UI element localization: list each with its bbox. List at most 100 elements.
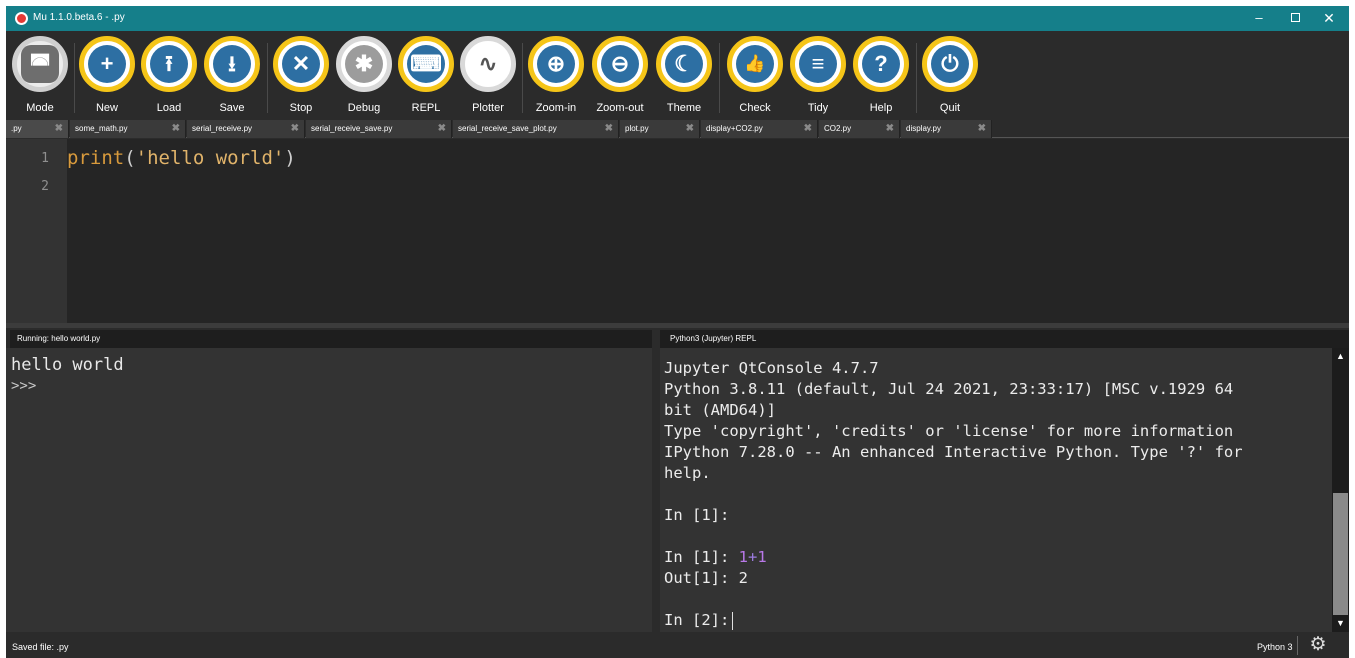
tab-label: CO2.py <box>824 124 852 133</box>
save-label: Save <box>219 102 245 114</box>
close-tab-icon[interactable]: ✖ <box>605 120 613 138</box>
repl-button[interactable]: ⌨ REPL <box>394 36 458 122</box>
load-label: Load <box>156 102 182 114</box>
minimize-button[interactable]: – <box>1242 8 1276 28</box>
maximize-icon <box>1290 13 1300 23</box>
new-label: New <box>95 102 118 114</box>
tab-plot[interactable]: plot.py ✖ <box>620 120 700 138</box>
code-paren: ( <box>124 147 136 169</box>
plus-icon: + <box>88 45 126 83</box>
tab-display[interactable]: display.py ✖ <box>901 120 992 138</box>
close-tab-icon[interactable]: ✖ <box>55 120 63 138</box>
repl-console[interactable]: Jupyter QtConsole 4.7.7 Python 3.8.11 (d… <box>660 348 1332 632</box>
mu-editor-window: Mu 1.1.0.beta.6 - .py – ✕ ◚ Mode + New ⭱… <box>6 6 1349 658</box>
gear-icon[interactable]: ⚙ <box>1308 635 1328 655</box>
tab-some-math[interactable]: some_math.py ✖ <box>70 120 186 138</box>
debug-button[interactable]: ✱ Debug <box>332 36 396 122</box>
output-pane-header: Running: hello world.py <box>10 330 652 348</box>
close-tab-icon[interactable]: ✖ <box>804 120 812 138</box>
title-bar: Mu 1.1.0.beta.6 - .py – ✕ <box>6 6 1349 31</box>
tidy-label: Tidy <box>807 102 829 114</box>
plotter-button[interactable]: ∿ Plotter <box>456 36 520 122</box>
help-label: Help <box>869 102 893 114</box>
code-line[interactable]: print('hello world') <box>67 147 296 169</box>
repl-banner-line: help. <box>664 464 711 482</box>
repl-input-prompt: In [2]: <box>664 611 730 629</box>
tab-py[interactable]: .py ✖ <box>6 120 69 138</box>
close-tab-icon[interactable]: ✖ <box>172 120 180 138</box>
stop-button[interactable]: ✕ Stop <box>269 36 333 122</box>
code-function-name: print <box>67 147 125 169</box>
maximize-button[interactable] <box>1278 8 1312 28</box>
toolbar-separator <box>522 43 523 113</box>
repl-pane-header: Python3 (Jupyter) REPL <box>660 330 1349 348</box>
download-icon: ⭳ <box>213 45 251 83</box>
repl-number: 1 <box>738 548 748 566</box>
status-bar: Saved file: .py Python 3 ⚙ <box>6 633 1349 658</box>
help-button[interactable]: ? Help <box>849 36 913 122</box>
tab-display-co2[interactable]: display+CO2.py ✖ <box>701 120 818 138</box>
repl-operator: + <box>748 548 758 566</box>
lines-icon: ≡ <box>799 45 837 83</box>
repl-banner-line: Jupyter QtConsole 4.7.7 <box>664 359 879 377</box>
code-string: 'hello world' <box>135 147 285 169</box>
toolbar-separator <box>719 43 720 113</box>
tab-label: display+CO2.py <box>706 124 763 133</box>
tab-label: .py <box>11 124 22 133</box>
line-number-gutter: 1 2 <box>6 139 67 323</box>
tidy-button[interactable]: ≡ Tidy <box>786 36 850 122</box>
scroll-up-arrow-icon[interactable]: ▲ <box>1332 348 1349 365</box>
new-button[interactable]: + New <box>75 36 139 122</box>
close-tab-icon[interactable]: ✖ <box>978 120 986 138</box>
close-tab-icon[interactable]: ✖ <box>686 120 694 138</box>
x-icon: ✕ <box>282 45 320 83</box>
zoom-out-button[interactable]: ⊖ Zoom-out <box>588 36 652 122</box>
check-button[interactable]: 👍 Check <box>723 36 787 122</box>
repl-banner-line: Python 3.8.11 (default, Jul 24 2021, 23:… <box>664 380 1234 398</box>
output-prompt: >>> <box>11 378 37 394</box>
scroll-down-arrow-icon[interactable]: ▼ <box>1332 615 1349 632</box>
line-number: 1 <box>41 151 49 166</box>
mu-app-icon <box>15 12 28 25</box>
close-tab-icon[interactable]: ✖ <box>291 120 299 138</box>
tab-label: serial_receive_save_plot.py <box>458 124 557 133</box>
theme-button[interactable]: ☾ Theme <box>652 36 716 122</box>
close-button[interactable]: ✕ <box>1312 8 1346 28</box>
load-button[interactable]: ⭱ Load <box>137 36 201 122</box>
code-editor[interactable]: 1 2 print('hello world') <box>6 139 1349 323</box>
repl-banner-line: Type 'copyright', 'credits' or 'license'… <box>664 422 1234 440</box>
moon-icon: ☾ <box>665 45 703 83</box>
tab-serial-receive[interactable]: serial_receive.py ✖ <box>187 120 305 138</box>
plotter-label: Plotter <box>472 102 504 114</box>
zoom-in-button[interactable]: ⊕ Zoom-in <box>524 36 588 122</box>
repl-input-prompt: In [1]: <box>664 506 730 524</box>
line-number: 2 <box>41 179 49 194</box>
zoom-in-label: Zoom-in <box>535 102 577 114</box>
theme-label: Theme <box>666 102 702 114</box>
quit-button[interactable]: ⏻ Quit <box>918 36 982 122</box>
output-line: hello world <box>11 355 124 375</box>
pane-splitter[interactable] <box>6 323 1349 328</box>
tab-label: serial_receive.py <box>192 124 253 133</box>
tab-label: some_math.py <box>75 124 128 133</box>
tab-label: plot.py <box>625 124 649 133</box>
repl-active-prompt[interactable]: In [2]: <box>664 611 734 630</box>
repl-banner-line: IPython 7.28.0 -- An enhanced Interactiv… <box>664 443 1243 461</box>
mode-button[interactable]: ◚ Mode <box>8 36 72 122</box>
tab-co2[interactable]: CO2.py ✖ <box>819 120 900 138</box>
bug-icon: ✱ <box>345 45 383 83</box>
output-pane[interactable]: hello world >>> <box>6 348 652 632</box>
power-icon: ⏻ <box>931 45 969 83</box>
close-tab-icon[interactable]: ✖ <box>438 120 446 138</box>
tab-serial-receive-save-plot[interactable]: serial_receive_save_plot.py ✖ <box>453 120 619 138</box>
save-button[interactable]: ⭳ Save <box>200 36 264 122</box>
tab-serial-receive-save[interactable]: serial_receive_save.py ✖ <box>306 120 452 138</box>
stop-label: Stop <box>289 102 313 114</box>
repl-scrollbar[interactable]: ▲ ▼ <box>1332 348 1349 632</box>
repl-input-line: In [1]: 1+1 <box>664 548 767 566</box>
close-tab-icon[interactable]: ✖ <box>886 120 894 138</box>
repl-label: REPL <box>411 102 441 114</box>
mode-indicator[interactable]: Python 3 <box>1257 642 1293 652</box>
keyboard-icon: ⌨ <box>407 45 445 83</box>
scrollbar-thumb[interactable] <box>1333 493 1348 615</box>
